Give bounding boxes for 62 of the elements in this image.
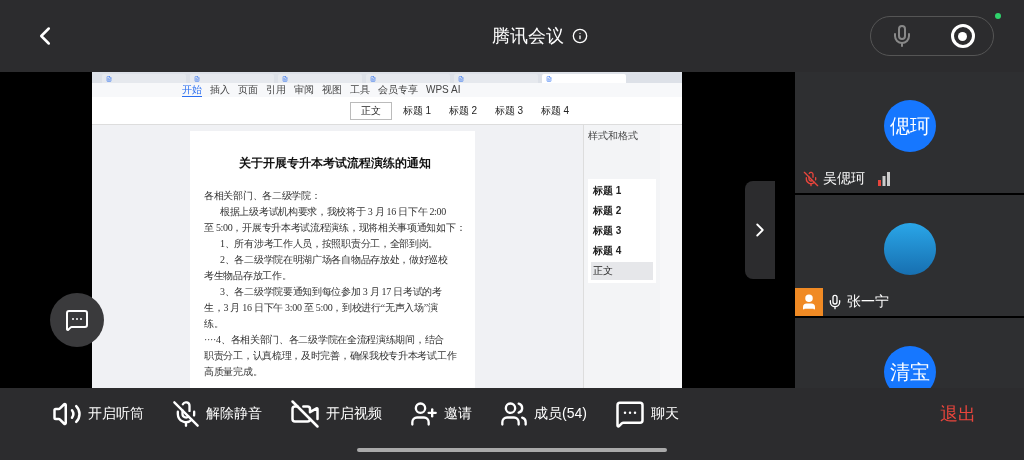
- camera-off-icon: [290, 399, 320, 429]
- browser-tab[interactable]: [102, 74, 186, 83]
- ribbon-tab[interactable]: 页面: [238, 83, 258, 97]
- avatar: 清宝: [883, 346, 936, 388]
- toolbar-button[interactable]: 成员(54): [500, 400, 587, 428]
- document-icon: [546, 75, 552, 82]
- chat-icon: [614, 399, 645, 429]
- ribbon-tab[interactable]: 工具: [350, 83, 370, 97]
- document-icon: [458, 75, 464, 82]
- mic-muted-icon: [172, 400, 200, 428]
- toolbar-button[interactable]: 开启视频: [290, 399, 382, 429]
- add-person-icon: [410, 400, 438, 428]
- record-button[interactable]: [950, 24, 975, 48]
- browser-tab[interactable]: [278, 74, 362, 83]
- toolbar-button[interactable]: 聊天: [614, 399, 679, 429]
- document-line: 职责分工，认真梳理，及时完善，确保我校专升本考试工作: [204, 349, 458, 363]
- document-line: 1、所有涉考工作人员，按照职责分工，全部到岗。: [219, 237, 440, 251]
- document-line: 各相关部门、各二级学院：: [204, 189, 322, 203]
- document-line: 2、各二级学院在明湖广场各自物品存放处，做好巡校: [219, 253, 449, 267]
- participant-name: 张一宁: [847, 293, 889, 311]
- document-title: 关于开展专升本考试流程演练的通知: [237, 155, 432, 172]
- toolbar-button[interactable]: 解除静音: [172, 400, 262, 428]
- panel-title: 样式和格式: [588, 129, 639, 143]
- message-icon: [65, 308, 89, 332]
- ribbon-tab[interactable]: 开始: [182, 83, 202, 97]
- ribbon-tab[interactable]: 引用: [266, 83, 286, 97]
- ribbon-tab[interactable]: 会员专享: [378, 83, 418, 97]
- document-icon: [282, 75, 288, 82]
- info-icon[interactable]: [572, 28, 588, 44]
- ribbon-tab[interactable]: 视图: [322, 83, 342, 97]
- caption-button[interactable]: [50, 293, 104, 347]
- participant-name: 吴偲珂: [823, 170, 865, 188]
- expand-button[interactable]: [745, 181, 775, 279]
- document-line: 练。: [204, 317, 225, 331]
- browser-tab[interactable]: [542, 74, 626, 83]
- status-dot: [995, 13, 1001, 19]
- avatar: 偲珂: [883, 100, 936, 152]
- ribbon-tab[interactable]: 插入: [210, 83, 230, 97]
- toolbar-button[interactable]: 邀请: [410, 400, 472, 428]
- people-icon: [500, 400, 528, 428]
- document-icon: [106, 75, 112, 82]
- document-icon: [370, 75, 376, 82]
- document-icon: [194, 75, 200, 82]
- meeting-title: 腾讯会议: [492, 25, 564, 48]
- ribbon-tab[interactable]: WPS AI: [426, 83, 461, 97]
- style-item[interactable]: 正文: [591, 262, 653, 280]
- signal-icon: [877, 172, 891, 186]
- document-line: 考生物品存放工作。: [204, 269, 293, 283]
- document-line: 3、各二级学院要通知到每位参加 3 月 17 日考试的考: [219, 285, 443, 299]
- leave-button[interactable]: 退出: [940, 402, 976, 426]
- ribbon-tab[interactable]: 审阅: [294, 83, 314, 97]
- document-line: 至 5:00，开展专升本考试流程演练，现将相关事项通知如下：: [204, 221, 465, 235]
- document-line: ····4、各相关部门、各二级学院在全流程演练期间，结合: [204, 333, 445, 347]
- toolbar-button[interactable]: 开启听筒: [52, 399, 144, 429]
- photo-placeholder: [883, 223, 936, 275]
- document-line: 高质量完成。: [204, 365, 264, 379]
- browser-tab[interactable]: [366, 74, 450, 83]
- document-line: 根据上级考试机构要求，我校将于 3 月 16 日下午 2:00: [219, 205, 447, 219]
- document-line: 生，3 月 16 日下午 3:00 至 5:00，到校进行“无声入场”演: [204, 301, 439, 315]
- browser-tab[interactable]: [190, 74, 274, 83]
- style-preset[interactable]: 正文: [350, 101, 392, 120]
- browser-tab[interactable]: [454, 74, 538, 83]
